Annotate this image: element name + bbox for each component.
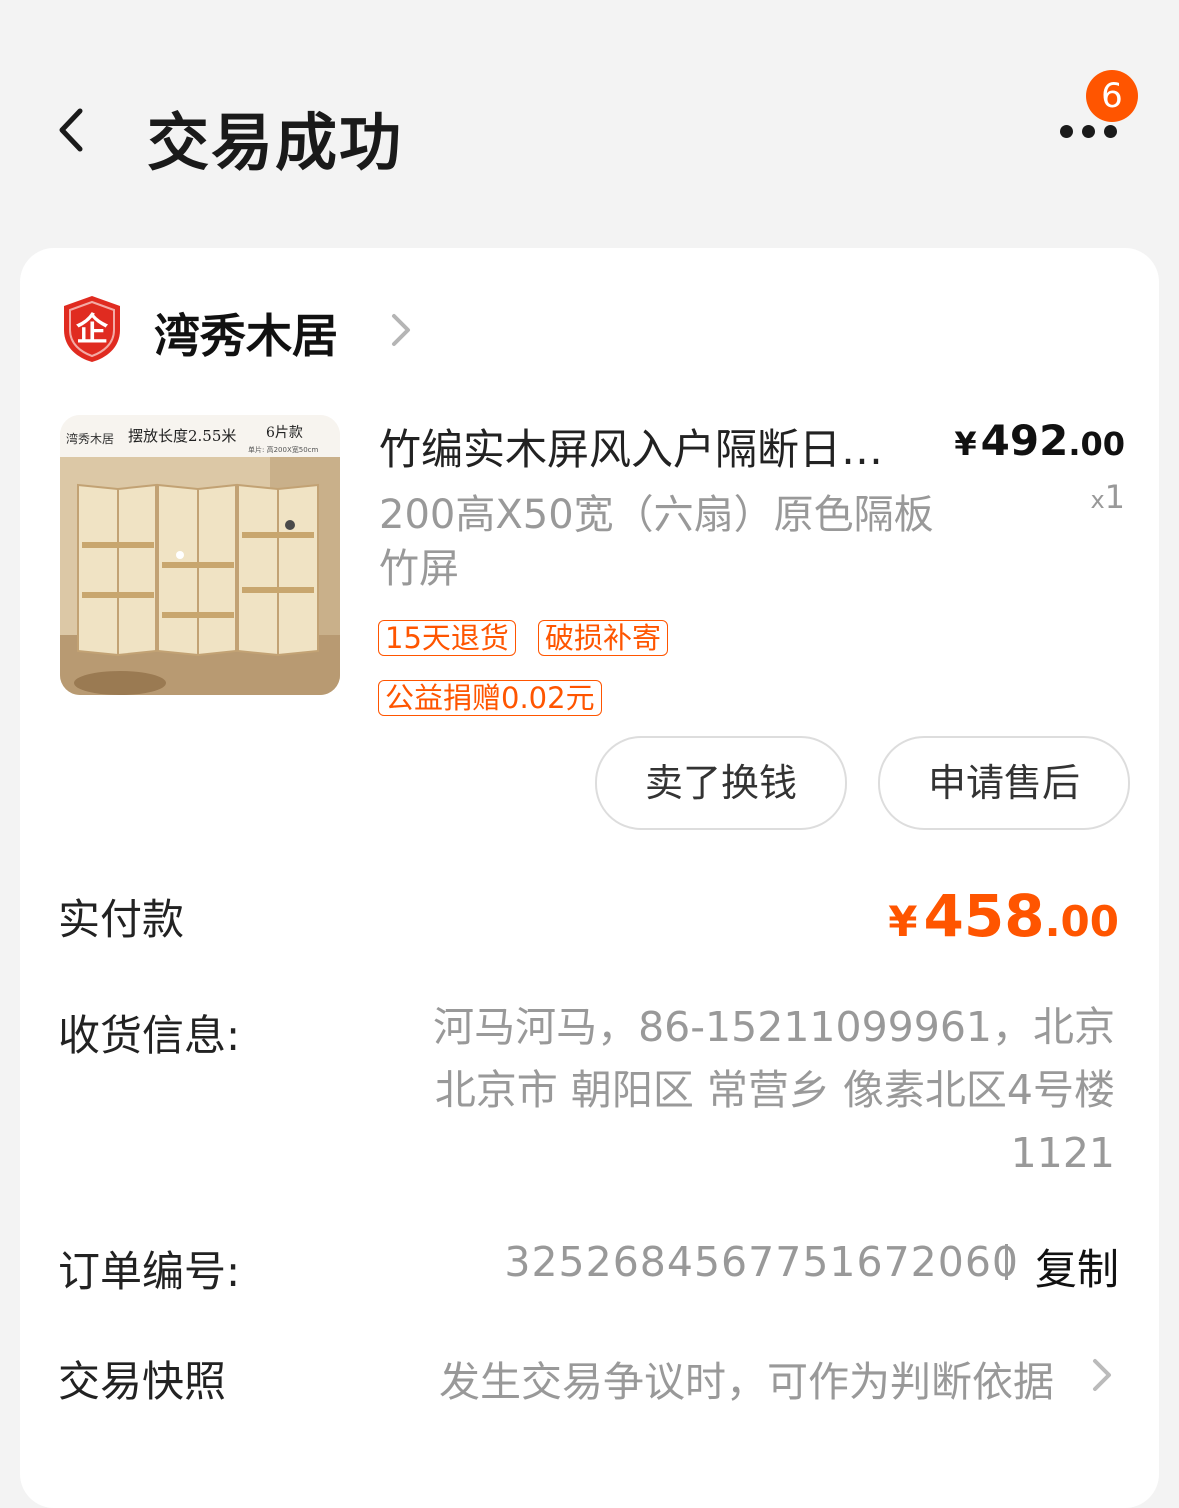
back-button[interactable]	[52, 105, 92, 155]
enterprise-shield-icon: 企	[64, 296, 120, 362]
image-variant-text: 6片款	[266, 425, 303, 441]
product-title[interactable]: 竹编实木屏风入户隔断日…	[379, 416, 939, 477]
image-brand-text: 湾秀木居	[66, 431, 114, 446]
sell-button[interactable]: 卖了换钱	[595, 736, 847, 830]
order-card: 企 湾秀木居 湾秀木居 摆放长度2.55米 6片款 单片: 高200X宽50cm	[20, 248, 1159, 1508]
unit-price-currency: ¥	[954, 425, 977, 463]
paid-int: 458	[923, 882, 1045, 950]
quantity-prefix: x	[1090, 486, 1105, 514]
snapshot-description[interactable]: 发生交易争议时，可作为判断依据	[439, 1348, 1054, 1408]
order-number: 3252684567751672060	[504, 1238, 1019, 1286]
page-title: 交易成功	[147, 106, 404, 179]
order-number-label: 订单编号:	[58, 1247, 241, 1296]
shop-icon-text: 企	[76, 310, 109, 348]
tag-damage-reship: 破损补寄	[538, 620, 669, 656]
back-arrow-icon	[59, 108, 83, 152]
product-spec: 200高X50宽（六扇）原色隔板竹屏	[379, 492, 934, 592]
divider	[1005, 1244, 1008, 1280]
unit-price-int: 492	[980, 416, 1069, 465]
tag-return-policy: 15天退货	[378, 620, 516, 656]
quantity-value: 1	[1104, 478, 1125, 516]
image-size-text: 单片: 高200X宽50cm	[248, 445, 318, 454]
copy-button[interactable]: 复制	[1035, 1236, 1119, 1297]
paid-amount: ¥458.00	[888, 882, 1119, 950]
tag-charity: 公益捐赠0.02元	[378, 680, 602, 716]
paid-currency: ¥	[888, 897, 918, 946]
paid-label: 实付款	[58, 895, 185, 944]
image-headline-text: 摆放长度2.55米	[128, 427, 236, 445]
shipping-address: 河马河马，86-15211099961，北京北京市 朝阳区 常营乡 像素北区4号…	[433, 1003, 1115, 1177]
unit-price: ¥492.00	[954, 416, 1125, 465]
snapshot-label[interactable]: 交易快照	[58, 1348, 226, 1409]
unit-price-dec: .00	[1068, 425, 1125, 463]
paid-dec: .00	[1044, 897, 1119, 946]
notification-badge: 6	[1086, 70, 1138, 122]
more-dots-icon	[1060, 125, 1117, 138]
shipping-label: 收货信息:	[58, 1011, 241, 1060]
quantity: x1	[1090, 478, 1125, 516]
chevron-right-icon[interactable]	[1090, 1356, 1114, 1394]
header: 交易成功 6	[0, 0, 1179, 248]
chevron-right-icon[interactable]	[388, 310, 414, 350]
product-image[interactable]: 湾秀木居 摆放长度2.55米 6片款 单片: 高200X宽50cm	[60, 415, 340, 695]
after-sale-button[interactable]: 申请售后	[878, 736, 1130, 830]
shop-name[interactable]: 湾秀木居	[154, 300, 338, 366]
